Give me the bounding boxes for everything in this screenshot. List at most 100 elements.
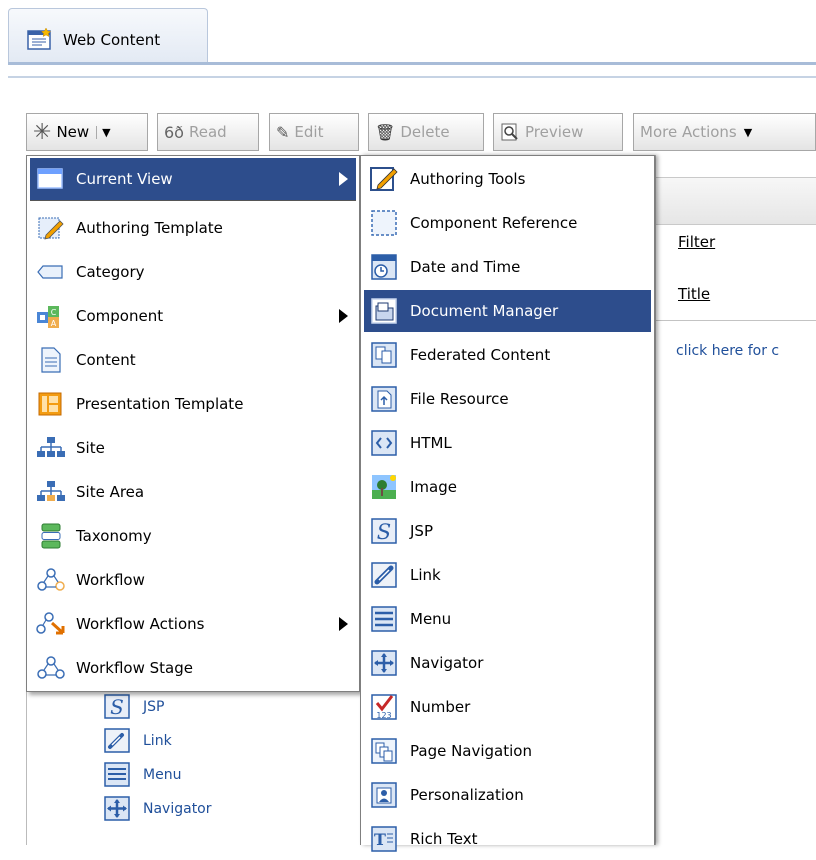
menu-item-label: Authoring Template [76,219,223,237]
menu-item-label: Menu [410,610,452,628]
tag-icon [37,265,63,279]
submenu-item-navigator[interactable]: Navigator [364,642,651,684]
component-icon: C A [37,306,59,328]
read-button[interactable]: 6ð Read [157,113,259,151]
submenu-item-html[interactable]: HTML [364,422,651,464]
submenu-item-number[interactable]: 123 Number [364,686,651,728]
menu-item-label: Current View [76,170,173,188]
menu-item-label: Rich Text [410,830,478,848]
menu-icon [371,606,397,632]
svg-text:S: S [377,520,391,544]
chevron-down-icon: ▼ [743,125,753,139]
navigator-icon [104,796,130,821]
authoring-template-icon [38,217,64,240]
submenu-item-menu[interactable]: Menu [364,598,651,640]
click-here-link[interactable]: click here for c [676,343,779,359]
submenu-item-component-reference[interactable]: Component Reference [364,202,651,244]
menu-item-label: Link [410,566,441,584]
submenu-arrow-icon [339,309,348,323]
presentation-template-icon [38,392,62,416]
submenu-item-page-navigation[interactable]: Page Navigation [364,730,651,772]
tree-item-link[interactable]: Link [103,728,172,754]
submenu-item-jsp[interactable]: S JSP [364,510,651,552]
submenu-item-date-and-time[interactable]: Date and Time [364,246,651,288]
tree-item-jsp[interactable]: S JSP [103,694,164,720]
rich-text-icon: T [371,826,397,852]
submenu-item-personalization[interactable]: Personalization [364,774,651,816]
jsp-icon: S [371,518,397,544]
menu-item-label: Component Reference [410,214,578,232]
menu-item-workflow[interactable]: Workflow [30,559,356,601]
navigation-tree: S JSP Link Menu Navigator [26,690,361,845]
chevron-down-icon: ▼ [96,125,111,139]
delete-button-label: Delete [400,123,450,141]
new-dropdown-menu: Current View Authoring Template Category… [26,155,360,692]
panel-header [656,177,816,225]
window-icon [37,168,63,189]
filter-link[interactable]: Filter [678,233,715,251]
submenu-item-link[interactable]: Link [364,554,651,596]
preview-icon [501,123,518,141]
submenu-item-document-manager[interactable]: Document Manager [364,290,651,332]
workflow-actions-icon [36,612,65,635]
menu-item-label: Authoring Tools [410,170,526,188]
panel-divider [656,320,816,321]
menu-item-label: Navigator [410,654,484,672]
read-icon: 6ð [164,122,184,142]
submenu-arrow-icon [339,172,348,186]
taxonomy-icon [41,523,61,549]
new-button[interactable]: ✳ New ▼ [26,113,148,151]
edit-button[interactable]: ✎ Edit [269,113,359,151]
tab-divider [8,62,816,65]
tree-item-label: JSP [143,699,165,715]
menu-item-component[interactable]: C A Component [30,295,356,337]
preview-button-label: Preview [525,123,584,141]
menu-item-workflow-actions[interactable]: Workflow Actions [30,603,356,645]
read-button-label: Read [188,123,227,141]
menu-item-label: Component [76,307,164,325]
more-actions-button[interactable]: More Actions ▼ [633,113,816,151]
tree-item-navigator[interactable]: Navigator [103,796,212,822]
link-icon [104,728,130,753]
menu-item-taxonomy[interactable]: Taxonomy [30,515,356,557]
menu-item-label: Number [410,698,471,716]
menu-item-workflow-stage[interactable]: Workflow Stage [30,647,356,689]
workflow-icon [37,568,65,591]
menu-item-label: Content [76,351,136,369]
submenu-item-file-resource[interactable]: File Resource [364,378,651,420]
menu-item-authoring-template[interactable]: Authoring Template [30,207,356,249]
menu-item-presentation-template[interactable]: Presentation Template [30,383,356,425]
menu-item-label: Document Manager [410,302,559,320]
menu-item-site-area[interactable]: Site Area [30,471,356,513]
site-hierarchy-icon [37,437,65,457]
title-column-header[interactable]: Title [678,285,710,303]
toolbar: ✳ New ▼ 6ð Read ✎ Edit 🗑 Delete Preview … [26,113,816,153]
tree-item-menu[interactable]: Menu [103,762,181,788]
menu-item-label: Image [410,478,457,496]
submenu-item-federated-content[interactable]: Federated Content [364,334,651,376]
submenu-item-image[interactable]: Image [364,466,651,508]
delete-button[interactable]: 🗑 Delete [368,113,484,151]
submenu-item-rich-text[interactable]: T Rich Text [364,818,651,860]
menu-item-label: Workflow Actions [76,615,205,633]
menu-item-site[interactable]: Site [30,427,356,469]
document-icon [41,347,61,373]
menu-item-category[interactable]: Category [30,251,356,293]
tree-item-label: Menu [143,767,182,783]
clock-icon [371,254,397,280]
federated-content-icon [371,342,397,368]
svg-text:C: C [51,308,57,317]
trash-icon: 🗑 [375,122,396,142]
submenu-item-authoring-tools[interactable]: Authoring Tools [364,158,651,200]
menu-item-label: Workflow [76,571,145,589]
navigator-icon [371,650,397,676]
menu-item-content[interactable]: Content [30,339,356,381]
menu-item-label: Date and Time [410,258,521,276]
tab-label: Web Content [63,31,161,49]
menu-item-current-view[interactable]: Current View [30,158,356,200]
preview-button[interactable]: Preview [493,113,623,151]
personalization-icon [371,782,397,808]
menu-item-label: Presentation Template [76,395,244,413]
tab-web-content[interactable]: Web Content [8,8,208,62]
menu-item-label: Federated Content [410,346,551,364]
